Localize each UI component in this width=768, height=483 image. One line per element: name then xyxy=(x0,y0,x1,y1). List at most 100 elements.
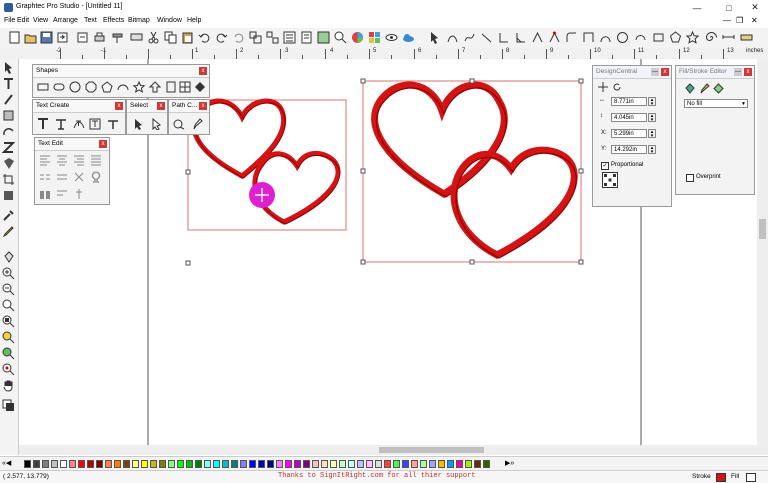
corner-round-icon[interactable] xyxy=(565,31,578,44)
save-icon[interactable] xyxy=(40,31,53,44)
text-create-close-icon[interactable]: x xyxy=(115,102,123,110)
hand-pan-icon[interactable] xyxy=(2,379,15,392)
menu-arrange[interactable]: Arrange xyxy=(53,17,78,24)
color-swatch[interactable] xyxy=(267,460,274,468)
color-swatch[interactable] xyxy=(249,460,256,468)
color-swatch[interactable] xyxy=(303,460,310,468)
overprint-checkbox[interactable] xyxy=(686,174,694,182)
shape-tool-icon[interactable] xyxy=(2,125,15,138)
x-position-field[interactable]: 5.299in xyxy=(611,129,647,138)
arrow-shape-icon[interactable] xyxy=(149,81,161,93)
dimension-tool-icon[interactable] xyxy=(722,31,735,44)
color-swatch[interactable] xyxy=(483,460,490,468)
color-swatch[interactable] xyxy=(213,460,220,468)
text-arc-icon[interactable] xyxy=(107,118,119,130)
document-icon[interactable] xyxy=(300,31,313,44)
color-swatch[interactable] xyxy=(132,460,139,468)
scissors-icon[interactable] xyxy=(147,31,160,44)
color-swatch[interactable] xyxy=(258,460,265,468)
fill-bucket-icon[interactable] xyxy=(684,83,695,94)
bezier-icon[interactable] xyxy=(463,31,476,44)
zoom-all-icon[interactable] xyxy=(2,347,15,360)
palette-prev-icon[interactable]: «◀ xyxy=(2,459,11,467)
menu-file[interactable]: File xyxy=(4,17,15,24)
color-wheel-icon[interactable] xyxy=(351,31,364,44)
mdi-close-icon[interactable]: ✕ xyxy=(751,17,758,25)
eye-icon[interactable] xyxy=(385,31,398,44)
color-swatch[interactable] xyxy=(393,460,400,468)
color-swatch[interactable] xyxy=(123,460,130,468)
move-mode-icon[interactable] xyxy=(598,82,608,92)
resize-handle[interactable] xyxy=(578,259,584,265)
select-close-icon[interactable]: x xyxy=(157,102,165,110)
text-vertical-icon[interactable] xyxy=(55,118,67,130)
cut-plot-icon[interactable] xyxy=(111,31,124,44)
stroke-pen-icon[interactable] xyxy=(699,83,710,94)
color-swatch[interactable] xyxy=(429,460,436,468)
cloud-icon[interactable] xyxy=(402,31,415,44)
export-icon[interactable] xyxy=(76,31,89,44)
color-swatch[interactable] xyxy=(357,460,364,468)
color-swatch[interactable] xyxy=(375,460,382,468)
design-central-close-icon[interactable]: x xyxy=(661,68,669,76)
zoom-fit-icon[interactable] xyxy=(2,315,15,328)
color-swatch[interactable] xyxy=(420,460,427,468)
arrow-tool-icon[interactable] xyxy=(2,61,15,74)
circle-tool-icon[interactable] xyxy=(616,31,629,44)
color-swatch[interactable] xyxy=(231,460,238,468)
new-file-icon[interactable] xyxy=(8,31,21,44)
color-swatch[interactable] xyxy=(24,460,31,468)
color-swatch[interactable] xyxy=(159,460,166,468)
arc-shape-icon[interactable] xyxy=(117,81,129,93)
fill-type-select[interactable]: No fill ▼ xyxy=(684,99,748,108)
color-swatch[interactable] xyxy=(285,460,292,468)
contour-tool-icon[interactable] xyxy=(2,189,15,202)
text-wrap-icon[interactable] xyxy=(56,188,68,200)
text-frame-icon[interactable] xyxy=(89,118,101,130)
color-swatch[interactable] xyxy=(60,460,67,468)
resize-handle[interactable] xyxy=(578,168,584,174)
x-stepper[interactable]: ▴ ▾ xyxy=(648,129,656,139)
stroke-color-swatch[interactable] xyxy=(716,473,726,482)
resize-handle[interactable] xyxy=(469,259,475,265)
redo-icon[interactable] xyxy=(215,31,228,44)
vertical-scrollbar[interactable] xyxy=(757,59,768,455)
shapes-close-icon[interactable]: x xyxy=(199,67,207,75)
color-swatch[interactable] xyxy=(105,460,112,468)
menu-text[interactable]: Text xyxy=(84,17,97,24)
ungroup-icon[interactable] xyxy=(266,31,279,44)
text-create-icon[interactable] xyxy=(37,118,49,130)
send-icon[interactable] xyxy=(130,31,143,44)
y-position-field[interactable]: 14.292in xyxy=(611,145,647,154)
zoom-icon[interactable] xyxy=(334,31,347,44)
color-swatch[interactable] xyxy=(42,460,49,468)
rotate-mode-icon[interactable] xyxy=(612,82,622,92)
maximize-button[interactable]: □ xyxy=(718,1,740,14)
color-swatch[interactable] xyxy=(240,460,247,468)
color-swatch[interactable] xyxy=(312,460,319,468)
color-swatch[interactable] xyxy=(447,460,454,468)
line-tool-icon[interactable] xyxy=(480,31,493,44)
join-tool-icon[interactable] xyxy=(548,31,561,44)
arc-tool-icon[interactable] xyxy=(531,31,544,44)
anchor-grid-icon[interactable] xyxy=(602,172,618,188)
group-icon[interactable] xyxy=(249,31,262,44)
menu-edit[interactable]: Edit xyxy=(17,17,29,24)
resize-handle[interactable] xyxy=(469,78,475,84)
special-character-icon[interactable] xyxy=(90,171,102,183)
paint-bucket-icon[interactable] xyxy=(2,251,15,264)
pentagon-shape-icon[interactable] xyxy=(101,81,113,93)
octagon-shape-icon[interactable] xyxy=(85,81,97,93)
align-right-icon[interactable] xyxy=(73,154,85,166)
knife-tool-icon[interactable] xyxy=(2,109,15,122)
node-tool-icon[interactable] xyxy=(2,93,15,106)
color-swatch[interactable] xyxy=(195,460,202,468)
fill-stroke-minimize-icon[interactable]: — xyxy=(734,68,742,76)
zoom-selection-icon[interactable] xyxy=(2,363,15,376)
fill-tool-icon[interactable] xyxy=(2,157,15,170)
color-swatch[interactable] xyxy=(114,460,121,468)
color-swatch[interactable] xyxy=(69,460,76,468)
zoom-page-icon[interactable] xyxy=(2,331,15,344)
palette-next-icon[interactable]: ▶» xyxy=(505,459,514,467)
fill-color-swatch[interactable] xyxy=(746,473,756,482)
